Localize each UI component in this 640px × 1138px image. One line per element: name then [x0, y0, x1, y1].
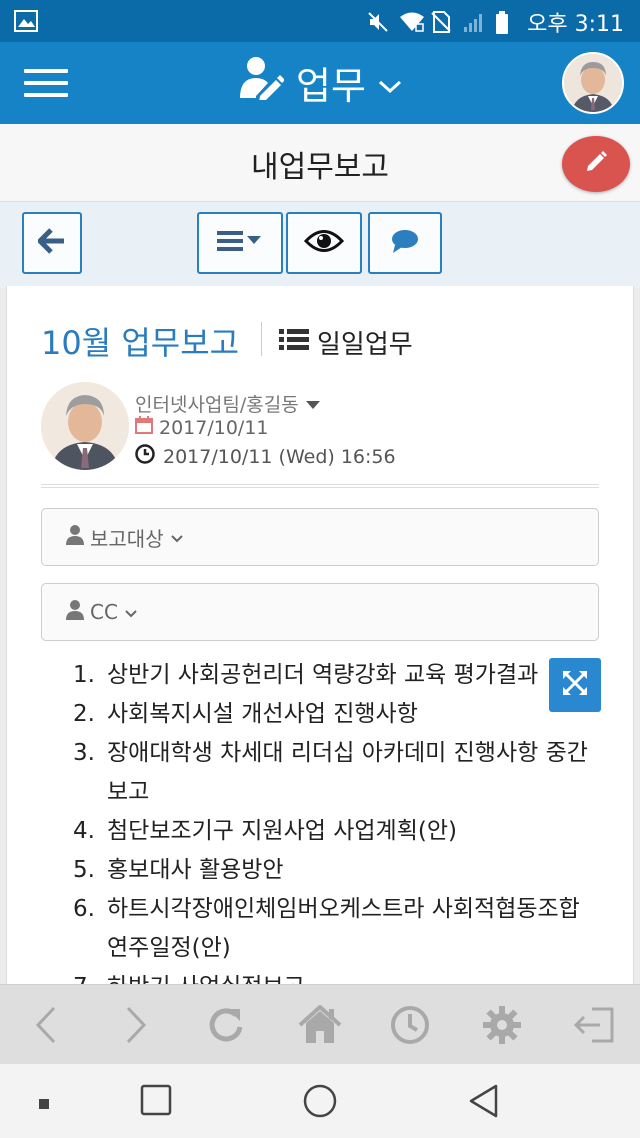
expand-icon [561, 669, 589, 701]
list-menu-button[interactable] [197, 212, 283, 274]
list-item: 4. 첨단보조기구 지원사업 사업계획(안) [73, 818, 457, 844]
app-bar: 업무 [0, 42, 640, 124]
report-items-list: 1. 상반기 사회공헌리더 역량강화 교육 평가결과 2. 사회복지시설 개선사업 … [73, 656, 593, 986]
author-avatar [41, 382, 129, 470]
system-nav [0, 1064, 640, 1138]
signal-icon [463, 11, 485, 33]
view-button[interactable] [286, 212, 362, 274]
report-type: 일일업무 [279, 324, 413, 361]
chevron-down-icon [124, 600, 138, 624]
report-target-label: 보고대상 [90, 526, 164, 551]
divider [41, 484, 599, 488]
refresh-icon[interactable] [204, 1003, 248, 1047]
list-item: 2. 사회복지시설 개선사업 진행사항 [73, 701, 418, 727]
report-type-label: 일일업무 [317, 330, 413, 360]
chevron-down-icon [378, 60, 402, 104]
expand-button[interactable] [549, 658, 601, 712]
cc-label: CC [90, 600, 118, 624]
image-notification-icon [14, 10, 38, 36]
list-icon [279, 328, 309, 358]
no-sim-icon [431, 11, 453, 33]
status-bar: 오후 3:11 [0, 0, 640, 42]
chevron-down-icon [170, 525, 184, 549]
report-card: 10월 업무보고 일일업무 인터넷사업팀/홍길동 2017/10/11 2017… [6, 286, 634, 986]
comment-button[interactable] [368, 212, 442, 274]
report-datetime-row: 2017/10/11 (Wed) 16:56 [135, 444, 396, 469]
back-arrow-icon [37, 228, 66, 258]
dot-icon[interactable] [38, 1095, 50, 1114]
mute-icon [367, 11, 389, 33]
sub-header: 내업무보고 [0, 124, 640, 202]
chevron-left-icon[interactable] [24, 1003, 68, 1047]
person-icon [66, 524, 84, 550]
app-title-dropdown[interactable]: 업무 [0, 56, 640, 108]
list-item: 6. 하트시각장애인체임버오케스트라 사회적협동조합 연주일정(안) [73, 896, 580, 961]
calendar-icon [135, 416, 153, 439]
logout-icon[interactable] [572, 1003, 616, 1047]
chevron-right-icon[interactable] [114, 1003, 158, 1047]
report-date-row: 2017/10/11 [135, 416, 269, 439]
action-toolbar [0, 202, 640, 288]
bottom-nav [0, 984, 640, 1064]
status-time: 오후 3:11 [527, 12, 624, 37]
clock-icon[interactable] [388, 1003, 432, 1047]
home-circle-icon[interactable] [303, 1084, 337, 1122]
edit-button[interactable] [562, 136, 630, 192]
app-title-text: 업무 [296, 63, 366, 108]
user-edit-icon [238, 56, 286, 109]
pencil-icon [584, 150, 608, 178]
author-dropdown[interactable]: 인터넷사업팀/홍길동 [135, 390, 321, 417]
recents-square-icon[interactable] [140, 1084, 172, 1120]
person-icon [66, 599, 84, 625]
clock-small-icon [135, 444, 155, 469]
cc-dropdown[interactable]: CC [41, 583, 599, 641]
battery-icon [495, 11, 517, 34]
report-datetime: 2017/10/11 (Wed) 16:56 [163, 445, 396, 468]
list-item: 3. 장애대학생 차세대 리더십 아카데미 진행사항 중간보고 [73, 740, 588, 805]
home-icon[interactable] [298, 1003, 342, 1047]
eye-icon [303, 228, 345, 258]
author-name: 인터넷사업팀/홍길동 [135, 394, 299, 416]
list-item: 1. 상반기 사회공헌리더 역량강화 교육 평가결과 [73, 662, 539, 688]
wifi-icon [399, 11, 425, 33]
list-item: 5. 홍보대사 활용방안 [73, 857, 284, 883]
report-target-dropdown[interactable]: 보고대상 [41, 508, 599, 566]
page-title: 내업무보고 [251, 150, 389, 185]
profile-avatar[interactable] [562, 52, 624, 114]
comment-icon [390, 228, 420, 258]
report-title: 10월 업무보고 [41, 324, 240, 362]
report-date: 2017/10/11 [159, 416, 269, 439]
list-menu-icon [215, 229, 265, 257]
title-divider [261, 322, 262, 356]
caret-down-icon [305, 393, 321, 415]
back-button[interactable] [22, 212, 82, 274]
back-triangle-icon[interactable] [468, 1084, 500, 1122]
gear-icon[interactable] [480, 1003, 524, 1047]
